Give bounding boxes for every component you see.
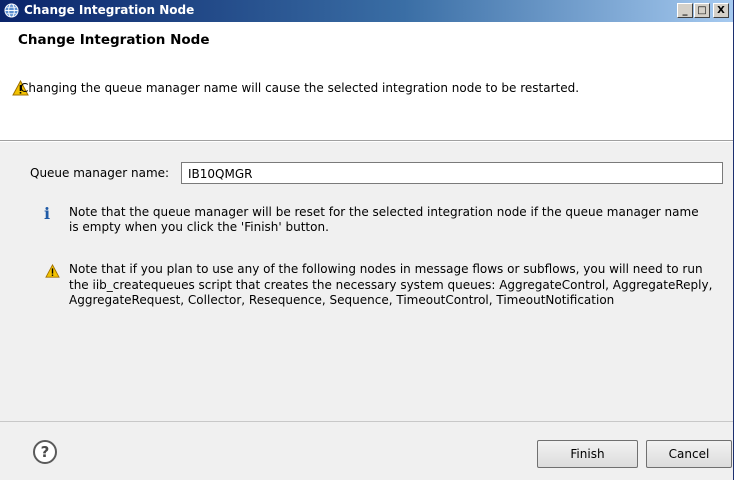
warning-note: Note that if you plan to use any of the … [69,262,713,307]
title-bar[interactable]: Change Integration Node _ □ X [0,0,733,22]
finish-button[interactable]: Finish [537,440,638,468]
header-message: Changing the queue manager name will cau… [20,81,580,95]
window-title: Change Integration Node [24,3,195,17]
queue-manager-label: Queue manager name: [30,166,170,180]
help-icon[interactable]: ? [33,440,57,464]
warning-icon-small [45,264,60,278]
maximize-button[interactable]: □ [694,3,710,18]
info-icon: i [44,204,51,223]
dialog-window: Change Integration Node _ □ X Change Int… [0,0,734,480]
header-divider-highlight [0,141,733,142]
footer-divider [0,421,733,422]
page-title: Change Integration Node [18,32,210,48]
info-note: Note that the queue manager will be rese… [69,205,699,234]
minimize-button[interactable]: _ [677,3,693,18]
globe-app-icon [4,3,19,18]
cancel-button[interactable]: Cancel [646,440,732,468]
close-button[interactable]: X [713,3,729,18]
queue-manager-input[interactable] [181,162,723,184]
